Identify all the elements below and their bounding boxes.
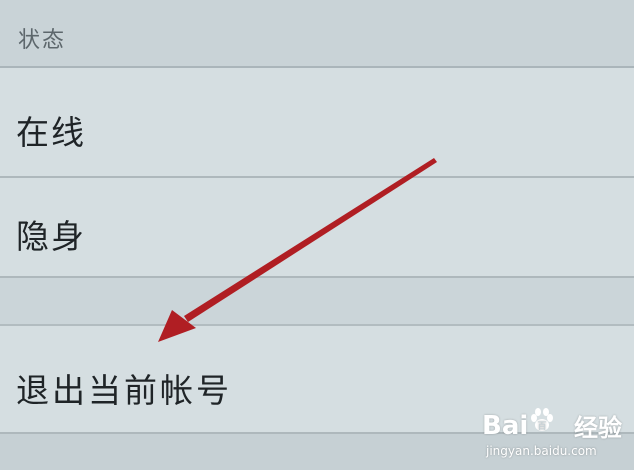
baidu-logo-text-left: Bai	[482, 411, 529, 441]
baidu-logo-text-right: 百	[538, 421, 547, 432]
section-spacer	[0, 278, 634, 326]
status-settings-screen: 状态 在线 隐身 退出当前帐号 Bai 百 经验 jingyan.baidu.c…	[0, 0, 634, 470]
baidu-jingyan-watermark: Bai 百 经验 jingyan.baidu.com	[482, 400, 628, 464]
jingyan-url: jingyan.baidu.com	[486, 444, 597, 458]
status-option-online[interactable]: 在线	[0, 68, 634, 178]
baidu-paw-icon: 百	[528, 406, 558, 441]
logout-account-label: 退出当前帐号	[16, 371, 232, 410]
status-option-online-label: 在线	[16, 113, 86, 152]
jingyan-brand: 经验	[574, 414, 622, 442]
status-option-hidden-label: 隐身	[16, 217, 86, 256]
baidu-logo: Bai 百	[482, 406, 558, 441]
status-section-header: 状态	[0, 0, 634, 68]
status-header-label: 状态	[18, 28, 67, 53]
status-option-hidden[interactable]: 隐身	[0, 178, 634, 278]
